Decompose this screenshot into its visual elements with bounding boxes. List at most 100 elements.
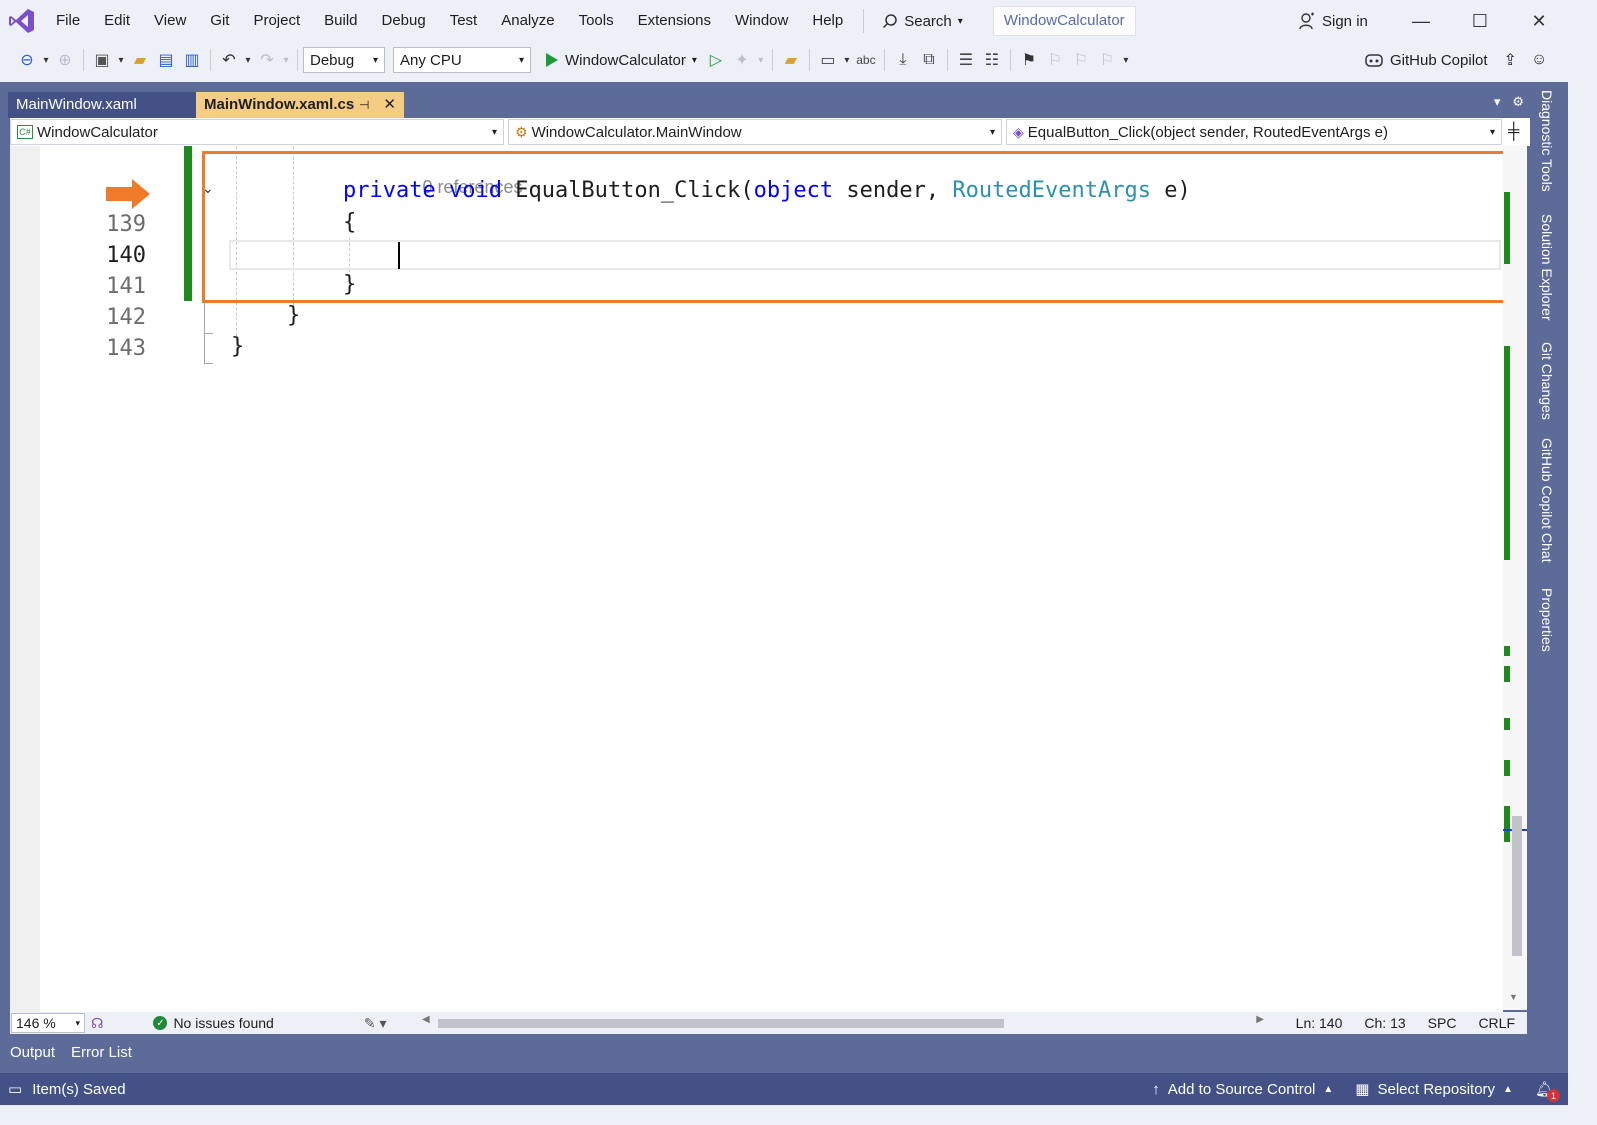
column-indicator[interactable]: Ch: 13	[1364, 1015, 1405, 1031]
whitespace-indicator[interactable]: SPC	[1428, 1015, 1457, 1031]
zoom-select[interactable]: 146 % ▾	[11, 1013, 85, 1033]
menu-git[interactable]: Git	[198, 0, 241, 42]
tab-error-list[interactable]: Error List	[71, 1044, 132, 1061]
chevron-down-icon: ▾	[989, 126, 995, 138]
intellicode-icon[interactable]: ☊	[91, 1015, 103, 1032]
previous-bookmark-icon[interactable]: ⚐	[1042, 47, 1068, 73]
copilot-icon	[1365, 54, 1383, 67]
share-icon[interactable]: ⇪	[1504, 50, 1517, 70]
scrollbar-thumb[interactable]	[1512, 816, 1522, 956]
navigate-forward-icon[interactable]: ⊕	[52, 47, 78, 73]
solution-name-badge: WindowCalculator	[992, 6, 1136, 36]
menu-project[interactable]: Project	[241, 0, 312, 42]
menu-edit[interactable]: Edit	[92, 0, 142, 42]
menu-test[interactable]: Test	[438, 0, 490, 42]
menu-build[interactable]: Build	[312, 0, 369, 42]
back-dropdown-icon[interactable]: ▾	[40, 47, 52, 73]
tab-output[interactable]: Output	[10, 1044, 55, 1061]
github-copilot-button[interactable]: GitHub Copilot ⇪ ☺	[1364, 42, 1547, 78]
uncomment-lines-icon[interactable]: ☷	[979, 47, 1005, 73]
project-dropdown[interactable]: C# WindowCalculator ▾	[10, 119, 504, 145]
tab-mainwindow-xaml-cs[interactable]: MainWindow.xaml.cs ⊣ ✕	[196, 92, 404, 118]
next-bookmark-icon[interactable]: ⚐	[1068, 47, 1094, 73]
hot-reload-dropdown-icon[interactable]: ▾	[755, 47, 767, 73]
horizontal-scrollbar[interactable]: ◀ ▶	[422, 1014, 1264, 1028]
scroll-right-icon[interactable]: ▶	[1256, 1014, 1264, 1025]
menu-window[interactable]: Window	[723, 0, 800, 42]
step-into-icon[interactable]: ⤓	[890, 47, 916, 73]
start-without-debugging-icon[interactable]: ▷	[703, 47, 729, 73]
new-dropdown-icon[interactable]: ▾	[115, 47, 127, 73]
menu-analyze[interactable]: Analyze	[489, 0, 566, 42]
clear-bookmarks-icon[interactable]: ⚐	[1094, 47, 1120, 73]
tab-solution-explorer[interactable]: Solution Explorer	[1539, 214, 1555, 321]
minimize-button[interactable]: —	[1392, 0, 1450, 42]
member-name: EqualButton_Click(object sender, RoutedE…	[1027, 123, 1388, 141]
gear-icon[interactable]: ⚙	[1512, 94, 1524, 110]
save-icon[interactable]: ▤	[153, 47, 179, 73]
platform-select[interactable]: Any CPU ▾	[393, 47, 531, 73]
comment-lines-icon[interactable]: ☰	[953, 47, 979, 73]
start-debugging-button[interactable]: WindowCalculator ▾	[539, 52, 703, 69]
arrow-right-icon	[106, 179, 150, 209]
close-icon[interactable]: ✕	[383, 92, 396, 118]
save-all-icon[interactable]: ▥	[179, 47, 205, 73]
tab-mainwindow-xaml[interactable]: MainWindow.xaml	[8, 92, 196, 118]
spell-check-icon[interactable]: abc	[853, 47, 879, 73]
visual-studio-logo-icon[interactable]	[0, 0, 44, 42]
tab-properties[interactable]: Properties	[1539, 588, 1555, 652]
split-window-icon[interactable]: ╪	[1508, 123, 1519, 141]
code-cleanup-icon[interactable]: ✎ ▾	[364, 1015, 387, 1032]
redo-icon[interactable]: ↷	[254, 47, 280, 73]
hot-reload-icon[interactable]: ✦	[729, 47, 755, 73]
close-window-button[interactable]: ✕	[1510, 0, 1568, 42]
menu-help[interactable]: Help	[800, 0, 855, 42]
menu-view[interactable]: View	[142, 0, 198, 42]
line-indicator[interactable]: Ln: 140	[1296, 1015, 1343, 1031]
highlight-annotation-box	[202, 151, 1507, 303]
vertical-scrollbar[interactable]: ▼	[1503, 146, 1527, 1010]
undo-icon[interactable]: ↶	[216, 47, 242, 73]
open-folder-icon[interactable]: ▰	[127, 47, 153, 73]
tab-github-copilot-chat[interactable]: GitHub Copilot Chat	[1539, 438, 1555, 563]
new-project-icon[interactable]: ▣	[89, 47, 115, 73]
horizontal-scrollbar-thumb[interactable]	[438, 1019, 1004, 1028]
scroll-down-icon[interactable]: ▼	[1509, 992, 1518, 1002]
notifications-button[interactable]: 🔔︎ 1	[1535, 1080, 1560, 1102]
type-dropdown[interactable]: ⚙ WindowCalculator.MainWindow ▾	[508, 119, 1002, 145]
sign-in-button[interactable]: Sign in	[1298, 0, 1368, 42]
code-editor[interactable]: 139 140 141 142 143 ⌄ 0 references priva…	[10, 146, 1507, 1012]
step-over-icon[interactable]: ⧉	[916, 47, 942, 73]
search-button[interactable]: Search ▾	[872, 6, 973, 36]
outline-bracket	[204, 301, 213, 334]
check-circle-icon: ✓	[153, 1016, 168, 1030]
tab-list-dropdown-icon[interactable]: ▾	[1494, 94, 1501, 110]
bookmark-icon[interactable]: ⚑	[1016, 47, 1042, 73]
maximize-button[interactable]: ☐	[1451, 0, 1509, 42]
line-ending-indicator[interactable]: CRLF	[1478, 1015, 1515, 1031]
feedback-icon[interactable]: ☺	[1531, 51, 1547, 69]
add-to-source-control-button[interactable]: ↑ Add to Source Control ▲	[1152, 1081, 1333, 1098]
toolbar-overflow-icon[interactable]: ▾	[1120, 47, 1132, 73]
tab-well-tools: ▾ ⚙	[1494, 94, 1524, 110]
browser-dropdown-icon[interactable]: ▾	[841, 47, 853, 73]
menu-tools[interactable]: Tools	[567, 0, 626, 42]
solution-explorer-icon[interactable]: ▰	[778, 47, 804, 73]
menu-file[interactable]: File	[44, 0, 92, 42]
navigate-back-icon[interactable]: ⊖	[14, 47, 40, 73]
redo-dropdown-icon[interactable]: ▾	[280, 47, 292, 73]
browser-link-icon[interactable]: ▭	[815, 47, 841, 73]
scroll-left-icon[interactable]: ◀	[422, 1014, 430, 1025]
menu-extensions[interactable]: Extensions	[626, 0, 723, 42]
member-dropdown[interactable]: ◈ EqualButton_Click(object sender, Route…	[1006, 119, 1502, 145]
issues-indicator[interactable]: ✓ No issues found	[153, 1015, 274, 1031]
undo-dropdown-icon[interactable]: ▾	[242, 47, 254, 73]
select-repository-button[interactable]: ▦ Select Repository ▲	[1355, 1080, 1513, 1099]
tab-git-changes[interactable]: Git Changes	[1539, 342, 1555, 420]
change-marker	[1504, 806, 1510, 842]
tab-diagnostic-tools[interactable]: Diagnostic Tools	[1539, 90, 1555, 192]
pin-icon[interactable]: ⊣	[359, 92, 369, 118]
configuration-select[interactable]: Debug ▾	[303, 47, 385, 73]
toolbar-separator	[297, 49, 298, 71]
menu-debug[interactable]: Debug	[370, 0, 438, 42]
